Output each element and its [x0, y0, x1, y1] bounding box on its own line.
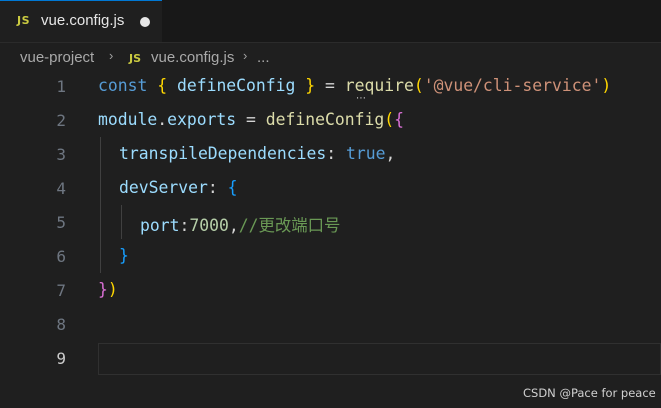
code-line-2[interactable]: 2 module.exports = defineConfig({	[0, 105, 661, 139]
code-line-8[interactable]: 8	[0, 309, 661, 343]
code-text: module.exports = defineConfig({	[98, 110, 404, 129]
line-number: 2	[56, 111, 66, 130]
code-line-6[interactable]: 6 }	[0, 241, 661, 275]
code-line-1[interactable]: 1 const { defineConfig } = require('@vue…	[0, 71, 661, 105]
code-line-9[interactable]: 9	[0, 343, 661, 377]
vscode-window: JS vue.config.js vue-project › JS vue.co…	[0, 0, 661, 408]
javascript-file-icon: JS	[129, 52, 142, 65]
tab-label: vue.config.js	[41, 12, 125, 29]
current-line-highlight	[98, 343, 661, 375]
line-number: 1	[56, 77, 66, 96]
watermark: CSDN @Pace for peace	[523, 386, 656, 400]
editor-tab-bar: JS vue.config.js	[0, 0, 661, 43]
code-text: })	[98, 280, 118, 299]
line-number: 6	[56, 247, 66, 266]
chevron-right-icon: ›	[243, 48, 248, 63]
code-text: port:7000,//更改端口号	[140, 216, 341, 235]
line-number: 5	[56, 213, 66, 232]
code-line-4[interactable]: 4 devServer: {	[0, 173, 661, 207]
code-text: const { defineConfig } = require('@vue/c…	[98, 76, 612, 95]
line-number: 4	[56, 179, 66, 198]
breadcrumb: vue-project › JS vue.config.js › ...	[0, 43, 661, 71]
unsaved-dot-icon[interactable]	[140, 17, 150, 27]
line-number: 3	[56, 145, 66, 164]
javascript-file-icon: JS	[17, 14, 31, 27]
code-line-3[interactable]: 3 transpileDependencies: true,	[0, 139, 661, 173]
code-text: devServer: {	[119, 178, 238, 197]
line-number: 8	[56, 315, 66, 334]
code-editor[interactable]: 1 const { defineConfig } = require('@vue…	[0, 71, 661, 408]
code-line-7[interactable]: 7 })	[0, 275, 661, 309]
line-number: 9	[56, 349, 66, 368]
chevron-right-icon: ›	[109, 48, 114, 63]
tab-vue-config[interactable]: JS vue.config.js	[0, 0, 162, 42]
breadcrumb-file[interactable]: vue.config.js	[151, 49, 234, 66]
code-text: }	[119, 246, 129, 265]
code-line-5[interactable]: 5 port:7000,//更改端口号	[0, 207, 661, 241]
breadcrumb-more[interactable]: ...	[257, 49, 270, 66]
code-text: transpileDependencies: true,	[119, 144, 396, 163]
line-number: 7	[56, 281, 66, 300]
suggestion-hint-icon[interactable]: ⋯	[356, 94, 367, 104]
breadcrumb-folder[interactable]: vue-project	[20, 49, 94, 66]
